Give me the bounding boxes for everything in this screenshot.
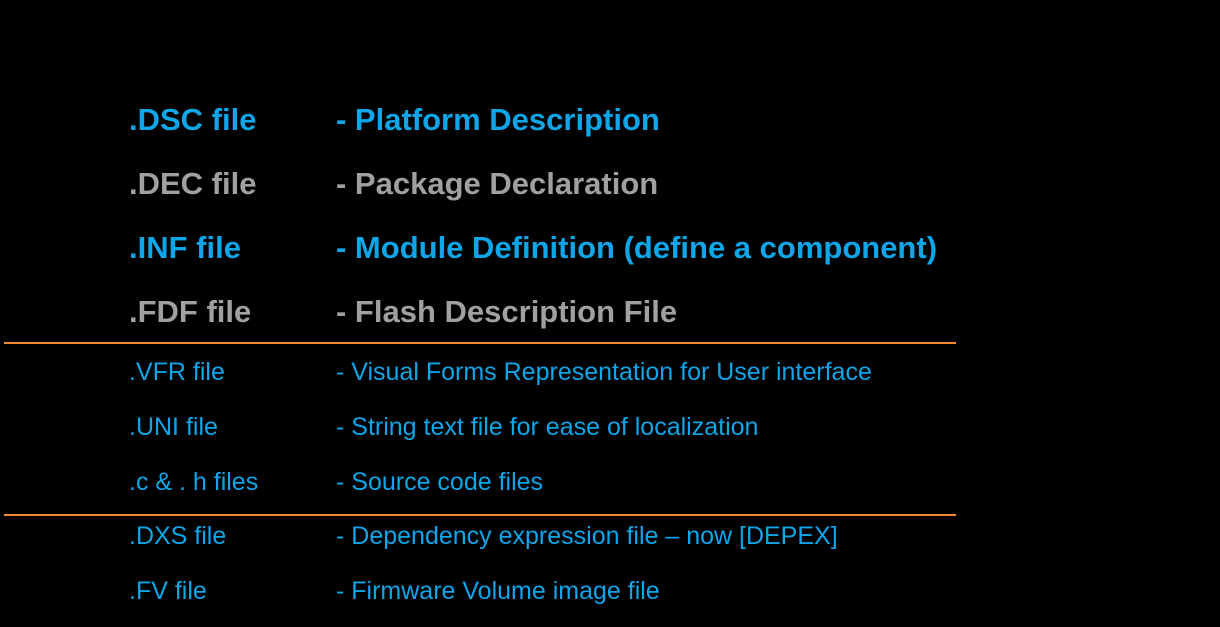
file-description: - Flash Description File xyxy=(336,294,678,329)
file-extension: .FV file xyxy=(129,577,207,605)
file-extension: .c & . h files xyxy=(129,468,259,496)
file-extension: .DEC file xyxy=(129,166,257,201)
file-description: - Module Definition (define a component) xyxy=(336,230,938,265)
file-extension: .VFR file xyxy=(129,358,225,386)
file-description: - Firmware Volume image file xyxy=(336,577,660,605)
file-extension: .FDF file xyxy=(129,294,252,329)
file-description: - String text file for ease of localizat… xyxy=(336,413,759,441)
file-description: - Source code files xyxy=(336,468,544,496)
file-extension: .DXS file xyxy=(129,522,227,550)
section-divider-bottom xyxy=(4,514,956,516)
file-description: - Package Declaration xyxy=(336,166,659,201)
file-description: - Platform Description xyxy=(336,102,660,137)
file-description: - Visual Forms Representation for User i… xyxy=(336,358,872,386)
file-extension: .INF file xyxy=(129,230,241,265)
file-extension: .DSC file xyxy=(129,102,257,137)
file-description: - Dependency expression file – now [DEPE… xyxy=(336,522,838,550)
section-divider-top xyxy=(4,342,956,344)
file-extension: .UNI file xyxy=(129,413,218,441)
